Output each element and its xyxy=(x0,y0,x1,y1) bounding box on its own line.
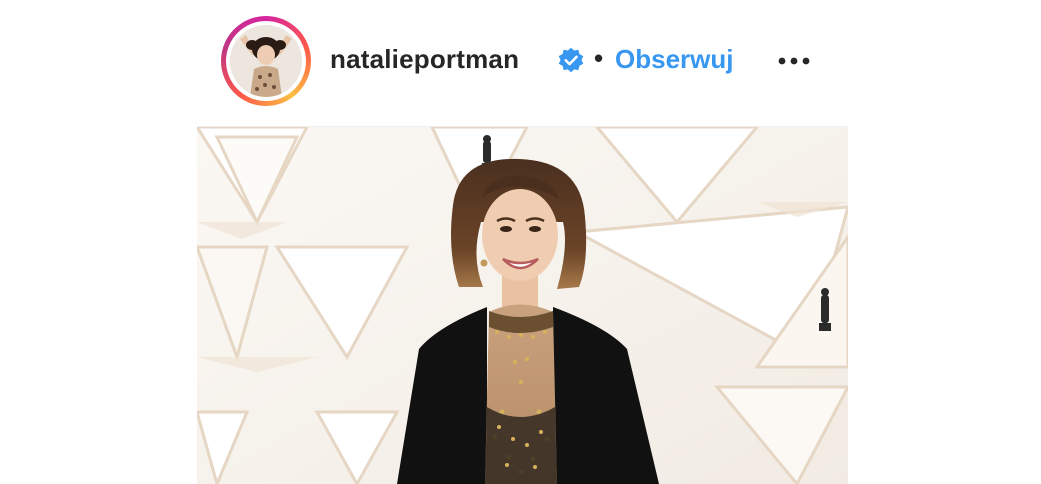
avatar-photo xyxy=(230,25,302,97)
profile-avatar[interactable] xyxy=(221,16,311,106)
post-header: natalieportman • Obserwuj xyxy=(197,0,848,127)
avatar-image xyxy=(230,25,302,97)
follow-button[interactable]: Obserwuj xyxy=(615,44,733,75)
verified-badge-icon xyxy=(558,47,584,73)
separator-dot: • xyxy=(594,43,604,73)
post-image[interactable] xyxy=(197,127,848,484)
instagram-post: natalieportman • Obserwuj xyxy=(0,0,1041,484)
post-photo-illustration xyxy=(197,127,848,484)
more-options-icon[interactable] xyxy=(775,48,815,74)
username-link[interactable]: natalieportman xyxy=(330,44,519,75)
